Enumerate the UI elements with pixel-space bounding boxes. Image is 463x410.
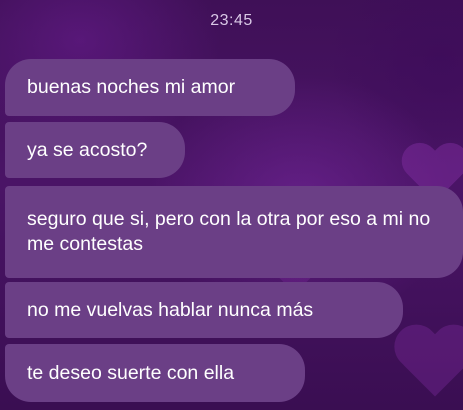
message-bubble[interactable]: no me vuelvas hablar nunca más (5, 282, 403, 338)
message-bubble[interactable]: te deseo suerte con ella (5, 344, 305, 402)
message-text: seguro que si, pero con la otra por eso … (27, 208, 431, 255)
message-text: ya se acosto? (27, 138, 148, 161)
message-bubble[interactable]: ya se acosto? (5, 122, 185, 178)
message-bubble[interactable]: seguro que si, pero con la otra por eso … (5, 186, 463, 278)
message-bubble[interactable]: buenas noches mi amor (5, 59, 295, 116)
message-text: buenas noches mi amor (27, 76, 236, 98)
message-text: no me vuelvas hablar nunca más (27, 298, 314, 321)
heart-decoration (391, 326, 463, 410)
message-text: te deseo suerte con ella (27, 361, 235, 384)
message-timestamp: 23:45 (210, 12, 253, 29)
